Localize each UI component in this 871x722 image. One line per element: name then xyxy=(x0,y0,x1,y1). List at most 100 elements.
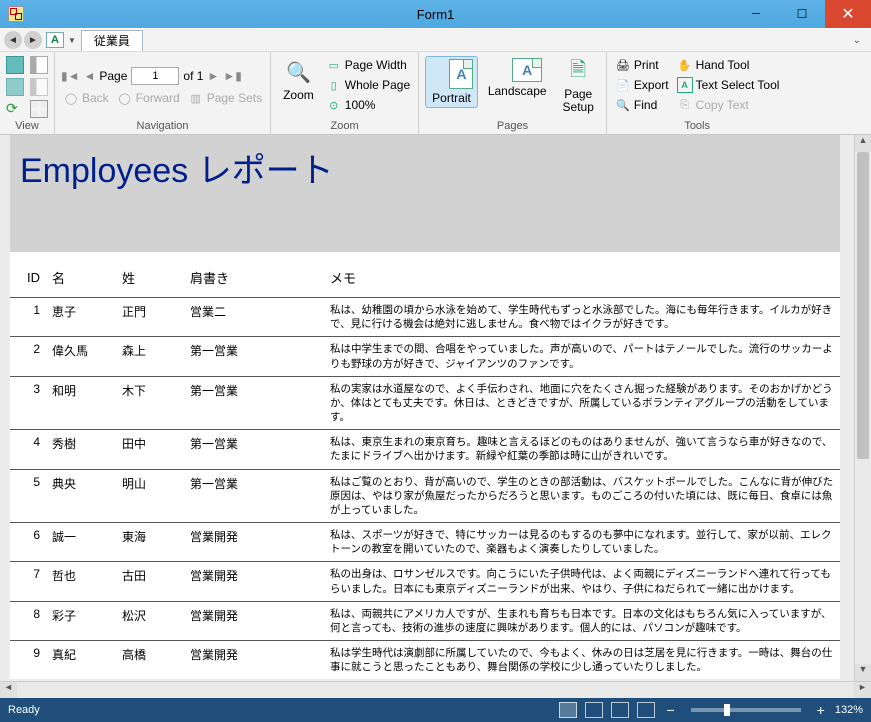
scroll-right-icon[interactable]: ► xyxy=(854,682,871,698)
grid-icon[interactable] xyxy=(30,100,48,118)
portrait-label: Portrait xyxy=(432,91,471,105)
group-zoom-label: Zoom xyxy=(277,120,412,132)
page-setup-label: Page Setup xyxy=(563,88,594,114)
cell-memo: 私は、両親共にアメリカ人ですが、生まれも育ちも日本です。日本の文化はもちろん気に… xyxy=(324,601,840,640)
copy-text-button[interactable]: ⎘Copy Text xyxy=(675,96,782,114)
nav-back-icon[interactable]: ◄ xyxy=(4,31,22,49)
cell-last: 正門 xyxy=(116,298,184,337)
table-row: 7哲也古田営業開発私の出身は、ロサンゼルスです。向こうにいた子供時代は、よく両親… xyxy=(10,562,840,601)
ribbon-toolbar: ⟳ View ▮◄ ◄ Page of 1 ► ►▮ ◯ Back ◯ xyxy=(0,52,871,135)
status-text: Ready xyxy=(8,704,40,716)
hundred-button[interactable]: ⊙100% xyxy=(324,96,412,114)
group-pages-label: Pages xyxy=(425,120,600,132)
scroll-up-icon[interactable]: ▲ xyxy=(855,135,871,152)
scroll-left-icon[interactable]: ◄ xyxy=(0,682,17,698)
cell-id: 9 xyxy=(10,641,46,680)
continuous-icon[interactable] xyxy=(6,78,24,96)
cell-last: 松沢 xyxy=(116,601,184,640)
zoom-label: Zoom xyxy=(283,88,314,102)
view-mode-4[interactable] xyxy=(637,702,655,718)
scroll-down-icon[interactable]: ▼ xyxy=(855,664,871,681)
window-title: Form1 xyxy=(0,7,871,22)
table-header-row: ID 名 姓 肩書き メモ xyxy=(10,264,840,298)
cell-first: 哲也 xyxy=(46,562,116,601)
breadcrumb-bar: ◄ ► A ▼ 従業員 ⌄ xyxy=(0,28,871,52)
cell-first: 恵子 xyxy=(46,298,116,337)
page-setup-icon: 🗎 xyxy=(564,58,592,86)
export-button[interactable]: 📄Export xyxy=(613,76,671,94)
chevron-down-icon[interactable]: ▼ xyxy=(68,36,76,45)
window-titlebar: Form1 xyxy=(0,0,871,28)
cell-last: 高橋 xyxy=(116,641,184,680)
nav-forward-icon[interactable]: ► xyxy=(24,31,42,49)
status-bar: Ready − + 132% xyxy=(0,698,871,722)
export-icon: 📄 xyxy=(615,77,631,93)
print-button[interactable]: 🖨Print xyxy=(613,56,671,74)
panel-icon[interactable] xyxy=(30,78,48,96)
breadcrumb-tab[interactable]: 従業員 xyxy=(81,30,143,51)
text-select-icon: A xyxy=(677,77,693,93)
cell-last: 明山 xyxy=(116,469,184,523)
cell-last: 田中 xyxy=(116,430,184,469)
cell-memo: 私の実家は水道屋なので、よく手伝わされ、地面に穴をたくさん掘った経験があります。… xyxy=(324,376,840,430)
last-page-icon[interactable]: ►▮ xyxy=(223,69,241,83)
group-zoom: 🔍 Zoom ▭Page Width ▯Whole Page ⊙100% Zoo… xyxy=(271,52,419,134)
view-mode-3[interactable] xyxy=(611,702,629,718)
print-icon: 🖨 xyxy=(615,57,631,73)
zoom-slider[interactable] xyxy=(691,708,801,712)
zoom-out-button[interactable]: − xyxy=(662,702,678,718)
vertical-scrollbar[interactable]: ▲ ▼ xyxy=(854,135,871,681)
view-mode-1[interactable] xyxy=(559,702,577,718)
find-button[interactable]: 🔍Find xyxy=(613,96,671,114)
landscape-button[interactable]: A Landscape xyxy=(482,56,553,100)
report-header: Employees レポート xyxy=(10,135,840,252)
zoom-slider-knob[interactable] xyxy=(724,704,730,716)
view-mode-2[interactable] xyxy=(585,702,603,718)
landscape-label: Landscape xyxy=(488,84,547,98)
text-select-button[interactable]: AText Select Tool xyxy=(675,76,782,94)
page-sets-button[interactable]: ▥ Page Sets xyxy=(186,89,264,107)
expand-chevron-icon[interactable]: ⌄ xyxy=(847,35,867,46)
breadcrumb-root-icon[interactable]: A xyxy=(46,32,64,48)
cell-id: 4 xyxy=(10,430,46,469)
table-row: 2偉久馬森上第一営業私は中学生までの間、合唱をやっていました。声が高いので、パー… xyxy=(10,337,840,376)
sidebar-toggle-icon[interactable] xyxy=(30,56,48,74)
cell-memo: 私は、東京生まれの東京育ち。趣味と言えるほどのものはありませんが、強いて言うなら… xyxy=(324,430,840,469)
whole-page-button[interactable]: ▯Whole Page xyxy=(324,76,412,94)
page-number-input[interactable] xyxy=(131,67,179,85)
cell-id: 5 xyxy=(10,469,46,523)
forward-button[interactable]: ◯ Forward xyxy=(115,89,182,107)
scroll-thumb[interactable] xyxy=(857,152,869,459)
col-memo: メモ xyxy=(324,264,840,298)
back-button[interactable]: ◯ Back xyxy=(61,89,111,107)
portrait-button[interactable]: A Portrait xyxy=(425,56,478,108)
page-sets-icon: ▥ xyxy=(188,90,204,106)
copy-text-label: Copy Text xyxy=(696,98,749,112)
table-row: 3和明木下第一営業私の実家は水道屋なので、よく手伝わされ、地面に穴をたくさん掘っ… xyxy=(10,376,840,430)
thumbnails-icon[interactable] xyxy=(6,56,24,74)
zoom-button[interactable]: 🔍 Zoom xyxy=(277,56,320,104)
group-nav-label: Navigation xyxy=(61,120,264,132)
refresh-icon[interactable]: ⟳ xyxy=(6,100,24,118)
document-area[interactable]: Employees レポート ID 名 姓 肩書き メモ 1恵子正門営業二私は、… xyxy=(0,135,854,681)
horizontal-scrollbar[interactable]: ◄ ► xyxy=(0,681,871,698)
cell-id: 6 xyxy=(10,523,46,562)
cell-first: 秀樹 xyxy=(46,430,116,469)
scroll-track[interactable] xyxy=(855,152,871,664)
hscroll-track[interactable] xyxy=(17,682,854,698)
page-width-button[interactable]: ▭Page Width xyxy=(324,56,412,74)
page-setup-button[interactable]: 🗎 Page Setup xyxy=(557,56,600,116)
zoom-in-button[interactable]: + xyxy=(813,702,829,718)
prev-page-icon[interactable]: ◄ xyxy=(83,69,95,83)
col-title: 肩書き xyxy=(184,264,324,298)
hand-tool-button[interactable]: ✋Hand Tool xyxy=(675,56,782,74)
table-row: 6誠一東海営業開発私は、スポーツが好きで、特にサッカーは見るのもするのも夢中にな… xyxy=(10,523,840,562)
cell-last: 東海 xyxy=(116,523,184,562)
first-page-icon[interactable]: ▮◄ xyxy=(61,69,79,83)
next-page-icon[interactable]: ► xyxy=(207,69,219,83)
cell-id: 7 xyxy=(10,562,46,601)
cell-first: 誠一 xyxy=(46,523,116,562)
copy-icon: ⎘ xyxy=(677,97,693,113)
cell-memo: 私はご覧のとおり、背が高いので、学生のときの部活動は、バスケットボールでした。こ… xyxy=(324,469,840,523)
cell-id: 1 xyxy=(10,298,46,337)
